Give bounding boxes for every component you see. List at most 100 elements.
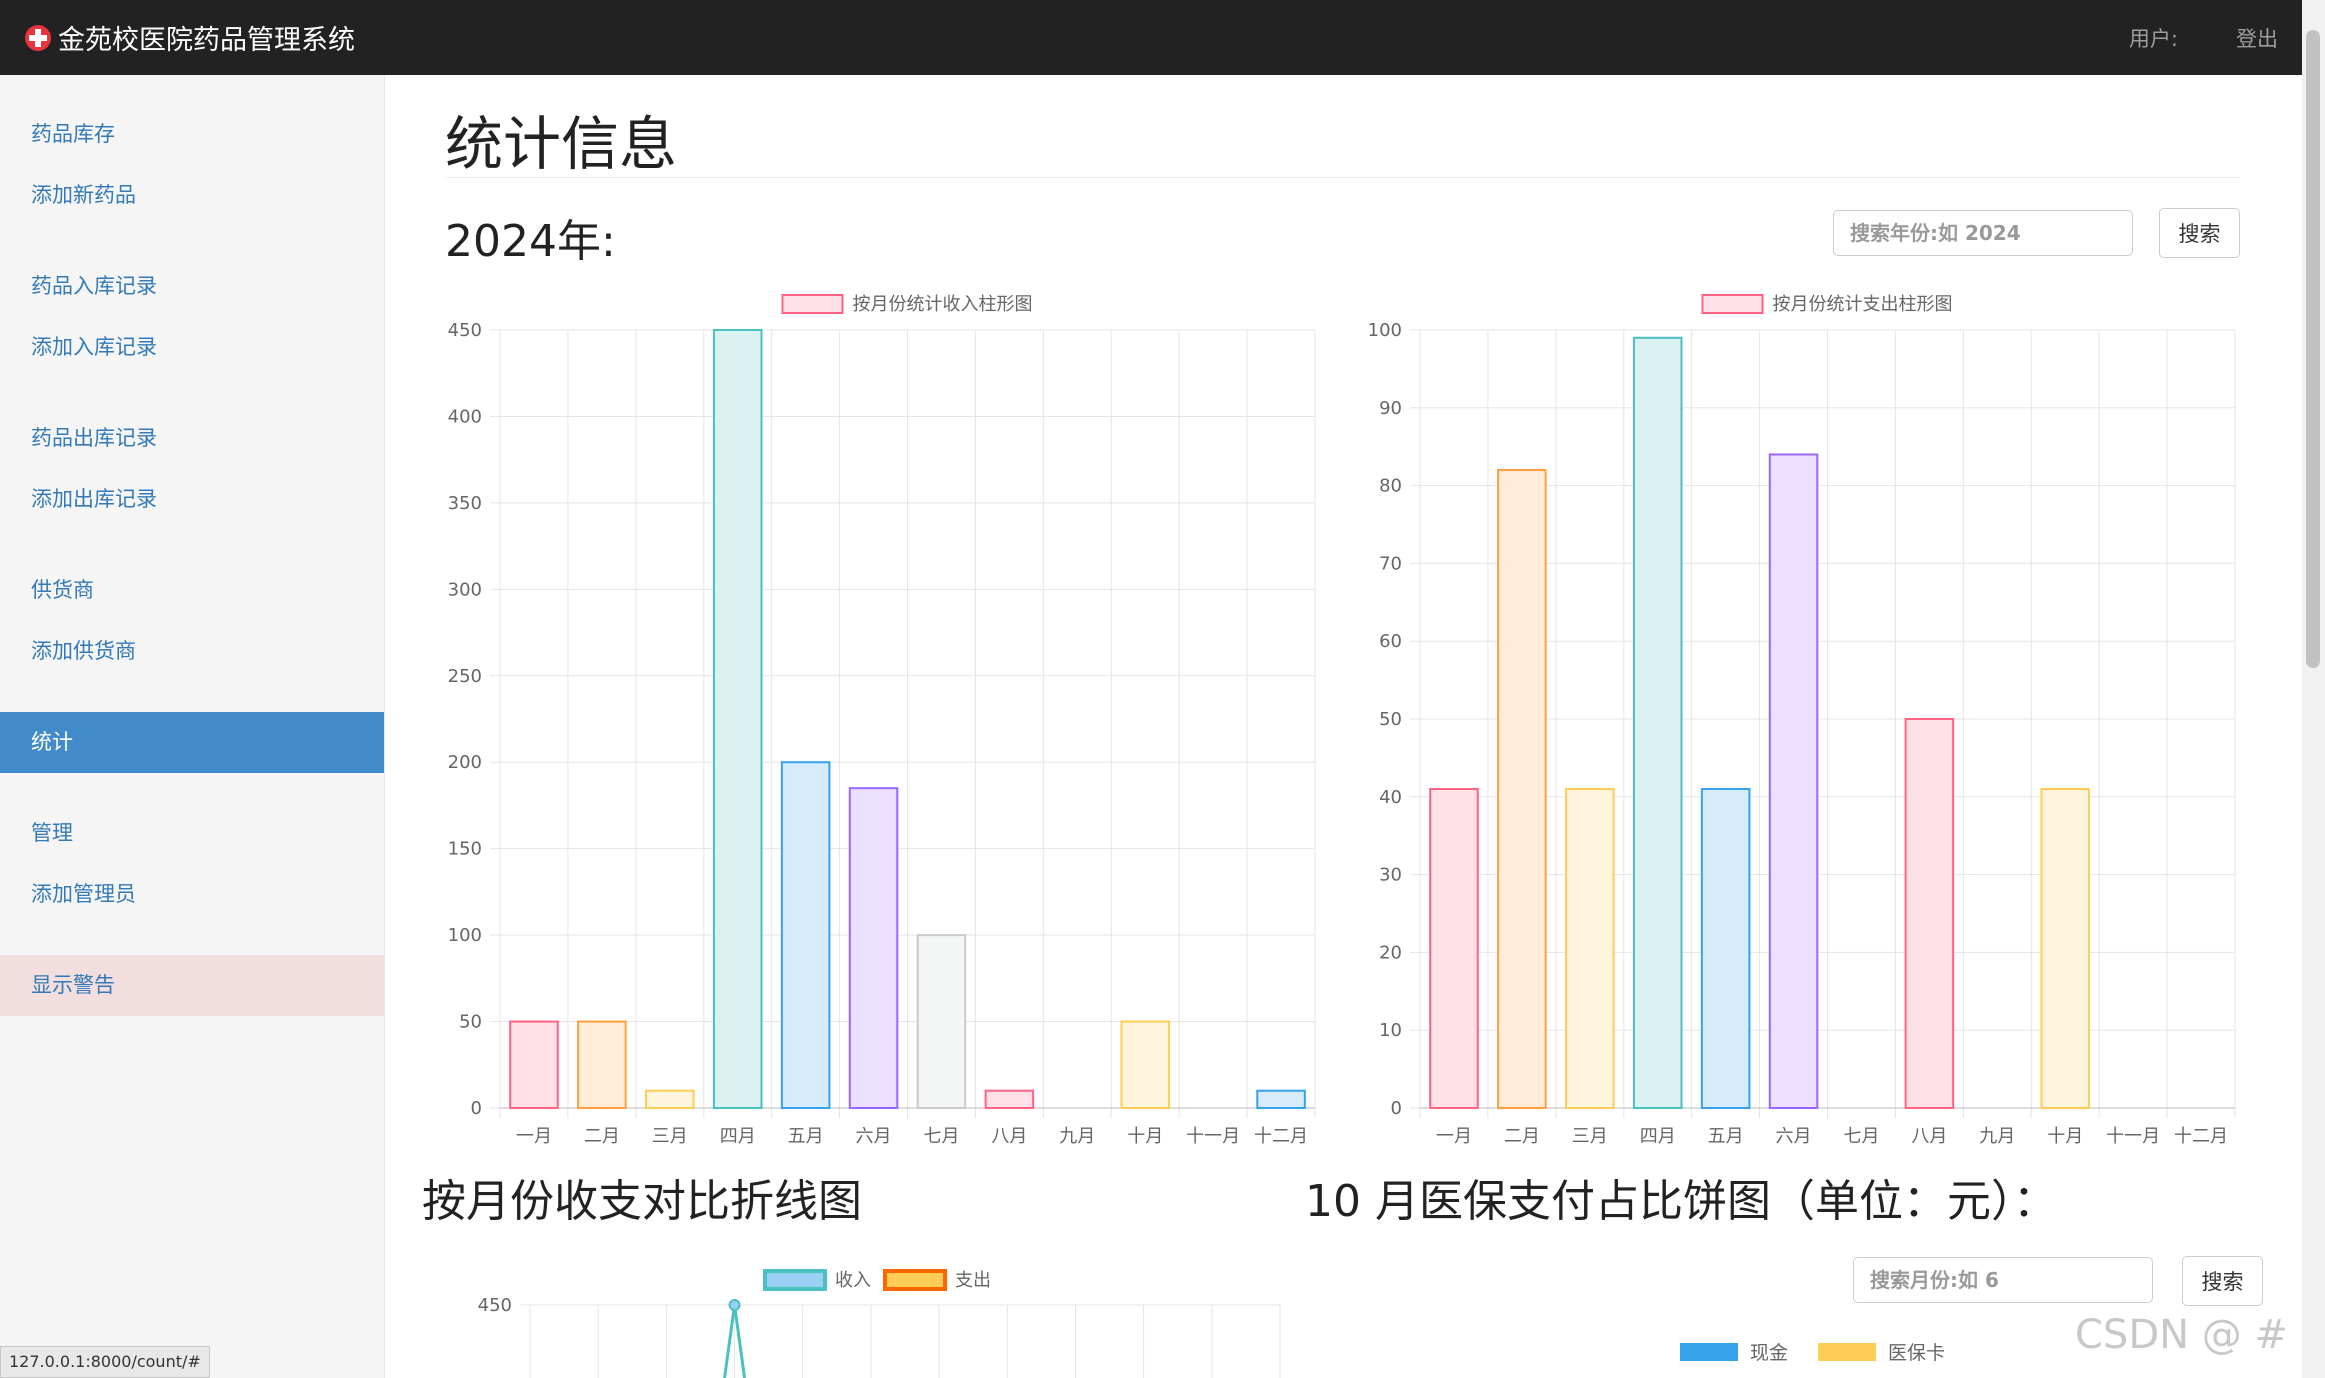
user-label[interactable]: 用户: <box>2129 23 2178 53</box>
bar-三月 <box>645 1089 695 1110</box>
y-tick-label: 100 <box>448 925 482 946</box>
medical-cross-icon <box>25 24 51 51</box>
bar-十月 <box>1120 1020 1170 1109</box>
logout-link[interactable]: 登出 <box>2236 23 2278 53</box>
pie-legend-item-cash[interactable]: 现金 <box>1680 1338 1788 1365</box>
legend-label: 支出 <box>955 1270 991 1291</box>
legend-label: 按月份统计支出柱形图 <box>1773 294 1953 315</box>
pie-legend-label: 医保卡 <box>1888 1342 1946 1364</box>
sidebar-item-show-warnings[interactable]: 显示警告 <box>0 955 384 1016</box>
bar-六月 <box>1768 453 1819 1110</box>
y-tick-label: 0 <box>471 1098 482 1119</box>
y-tick-label: 30 <box>1379 865 1402 886</box>
y-tick-label: 300 <box>448 579 482 600</box>
bar-六月 <box>848 787 899 1109</box>
sidebar-item-suppliers[interactable]: 供货商 <box>0 560 384 621</box>
sidebar-item-inbound-records[interactable]: 药品入库记录 <box>0 256 384 317</box>
y-tick-label: 100 <box>1368 320 1402 341</box>
x-tick-label: 九月 <box>1979 1126 2015 1147</box>
legend-swatch <box>1680 1342 1738 1361</box>
pie-legend: 现金 医保卡 <box>1680 1338 1975 1365</box>
brand-title: 金苑校医院药品管理系统 <box>58 25 355 56</box>
legend-swatch <box>781 294 844 314</box>
sidebar-item-statistics[interactable]: 统计 <box>0 712 384 773</box>
y-tick-label: 250 <box>448 666 482 687</box>
x-tick-label: 四月 <box>1640 1126 1676 1147</box>
y-tick-label: 400 <box>448 406 482 427</box>
bar-八月 <box>1904 718 1955 1109</box>
sidebar-item-add-drug[interactable]: 添加新药品 <box>0 165 384 226</box>
year-search-input[interactable] <box>1833 210 2133 256</box>
legend-swatch <box>883 1269 947 1291</box>
y-tick-label: 450 <box>478 1295 512 1316</box>
bar-一月 <box>509 1020 559 1109</box>
x-tick-label: 十月 <box>1127 1126 1163 1147</box>
legend-label: 收入 <box>835 1270 871 1291</box>
y-tick-label: 40 <box>1379 787 1402 808</box>
sidebar-item-add-outbound[interactable]: 添加出库记录 <box>0 469 384 530</box>
bar-七月 <box>916 934 967 1109</box>
income-expense-line-chart: 收入 支出 450 <box>478 1269 1281 1378</box>
sidebar-item-drug-inventory[interactable]: 药品库存 <box>0 104 384 165</box>
bar-十月 <box>2040 788 2090 1109</box>
x-tick-label: 七月 <box>1843 1126 1879 1147</box>
x-tick-label: 十一月 <box>2106 1126 2160 1147</box>
navbar-right: 用户: 登出 <box>2071 0 2278 75</box>
y-tick-label: 200 <box>448 752 482 773</box>
bar-五月 <box>1700 788 1751 1109</box>
x-tick-label: 四月 <box>720 1126 756 1147</box>
x-tick-label: 十一月 <box>1186 1126 1240 1147</box>
sidebar-item-add-supplier[interactable]: 添加供货商 <box>0 621 384 682</box>
sidebar-item-manage[interactable]: 管理 <box>0 803 384 864</box>
year-search-button[interactable]: 搜索 <box>2159 208 2240 258</box>
x-tick-label: 八月 <box>1911 1126 1947 1147</box>
y-tick-label: 70 <box>1379 553 1402 574</box>
bar-四月 <box>712 329 763 1109</box>
x-tick-label: 十二月 <box>2174 1126 2228 1147</box>
page-title: 统计信息 <box>445 110 678 178</box>
pie-legend-item-insurance-card[interactable]: 医保卡 <box>1818 1338 1945 1365</box>
legend-swatch <box>1818 1342 1877 1361</box>
sidebar-item-add-inbound[interactable]: 添加入库记录 <box>0 317 384 378</box>
x-tick-label: 十二月 <box>1254 1126 1308 1147</box>
brand[interactable]: 金苑校医院药品管理系统 <box>24 0 355 75</box>
y-tick-label: 80 <box>1379 476 1402 497</box>
x-tick-label: 九月 <box>1059 1126 1095 1147</box>
pie-legend-label: 现金 <box>1750 1342 1789 1364</box>
month-search-input[interactable] <box>1853 1257 2153 1303</box>
income-point-四月 <box>728 1299 741 1311</box>
y-tick-label: 0 <box>1391 1098 1402 1119</box>
x-tick-label: 八月 <box>991 1126 1027 1147</box>
pie-chart-title: 10 月医保支付占比饼图（单位：元）： <box>1305 1176 2057 1227</box>
bar-二月 <box>577 1020 627 1109</box>
bar-二月 <box>1497 469 1547 1110</box>
bar-四月 <box>1632 336 1683 1109</box>
x-tick-label: 六月 <box>1776 1126 1812 1147</box>
sidebar: 药品库存 添加新药品 药品入库记录 添加入库记录 药品出库记录 添加出库记录 供… <box>0 75 385 1378</box>
month-search-button[interactable]: 搜索 <box>2182 1256 2263 1306</box>
bar-八月 <box>984 1089 1035 1110</box>
line-legend-item-支出: 支出 <box>883 1269 991 1291</box>
y-tick-label: 60 <box>1379 631 1402 652</box>
x-tick-label: 五月 <box>1708 1126 1744 1147</box>
scrollbar-thumb[interactable] <box>2306 30 2320 668</box>
title-divider <box>445 177 2240 178</box>
line-chart-title: 按月份收支对比折线图 <box>422 1176 862 1227</box>
expense-bar-chart: 按月份统计支出柱形图 0 10 20 30 40 50 60 70 80 90 100 一月 二月 三月 四月… <box>1368 294 2236 1147</box>
year-heading: 2024年: <box>445 216 616 267</box>
bar-五月 <box>780 761 831 1109</box>
status-bar-url: 127.0.0.1:8000/count/# <box>0 1346 210 1378</box>
sidebar-item-outbound-records[interactable]: 药品出库记录 <box>0 408 384 469</box>
x-tick-label: 七月 <box>923 1126 959 1147</box>
bar-十二月 <box>1256 1089 1306 1110</box>
x-tick-label: 二月 <box>1504 1126 1540 1147</box>
y-tick-label: 50 <box>459 1012 482 1033</box>
income-bar-chart: 按月份统计收入柱形图 0 50 100 150 200 250 300 350 400 450 一月 二… <box>448 294 1316 1147</box>
line-legend-item-收入: 收入 <box>763 1269 871 1291</box>
x-tick-label: 五月 <box>788 1126 824 1147</box>
chart-legend: 按月份统计收入柱形图 <box>781 294 1033 315</box>
y-tick-label: 150 <box>448 839 482 860</box>
sidebar-item-add-admin[interactable]: 添加管理员 <box>0 864 384 925</box>
x-tick-label: 二月 <box>584 1126 620 1147</box>
y-tick-label: 450 <box>448 320 482 341</box>
